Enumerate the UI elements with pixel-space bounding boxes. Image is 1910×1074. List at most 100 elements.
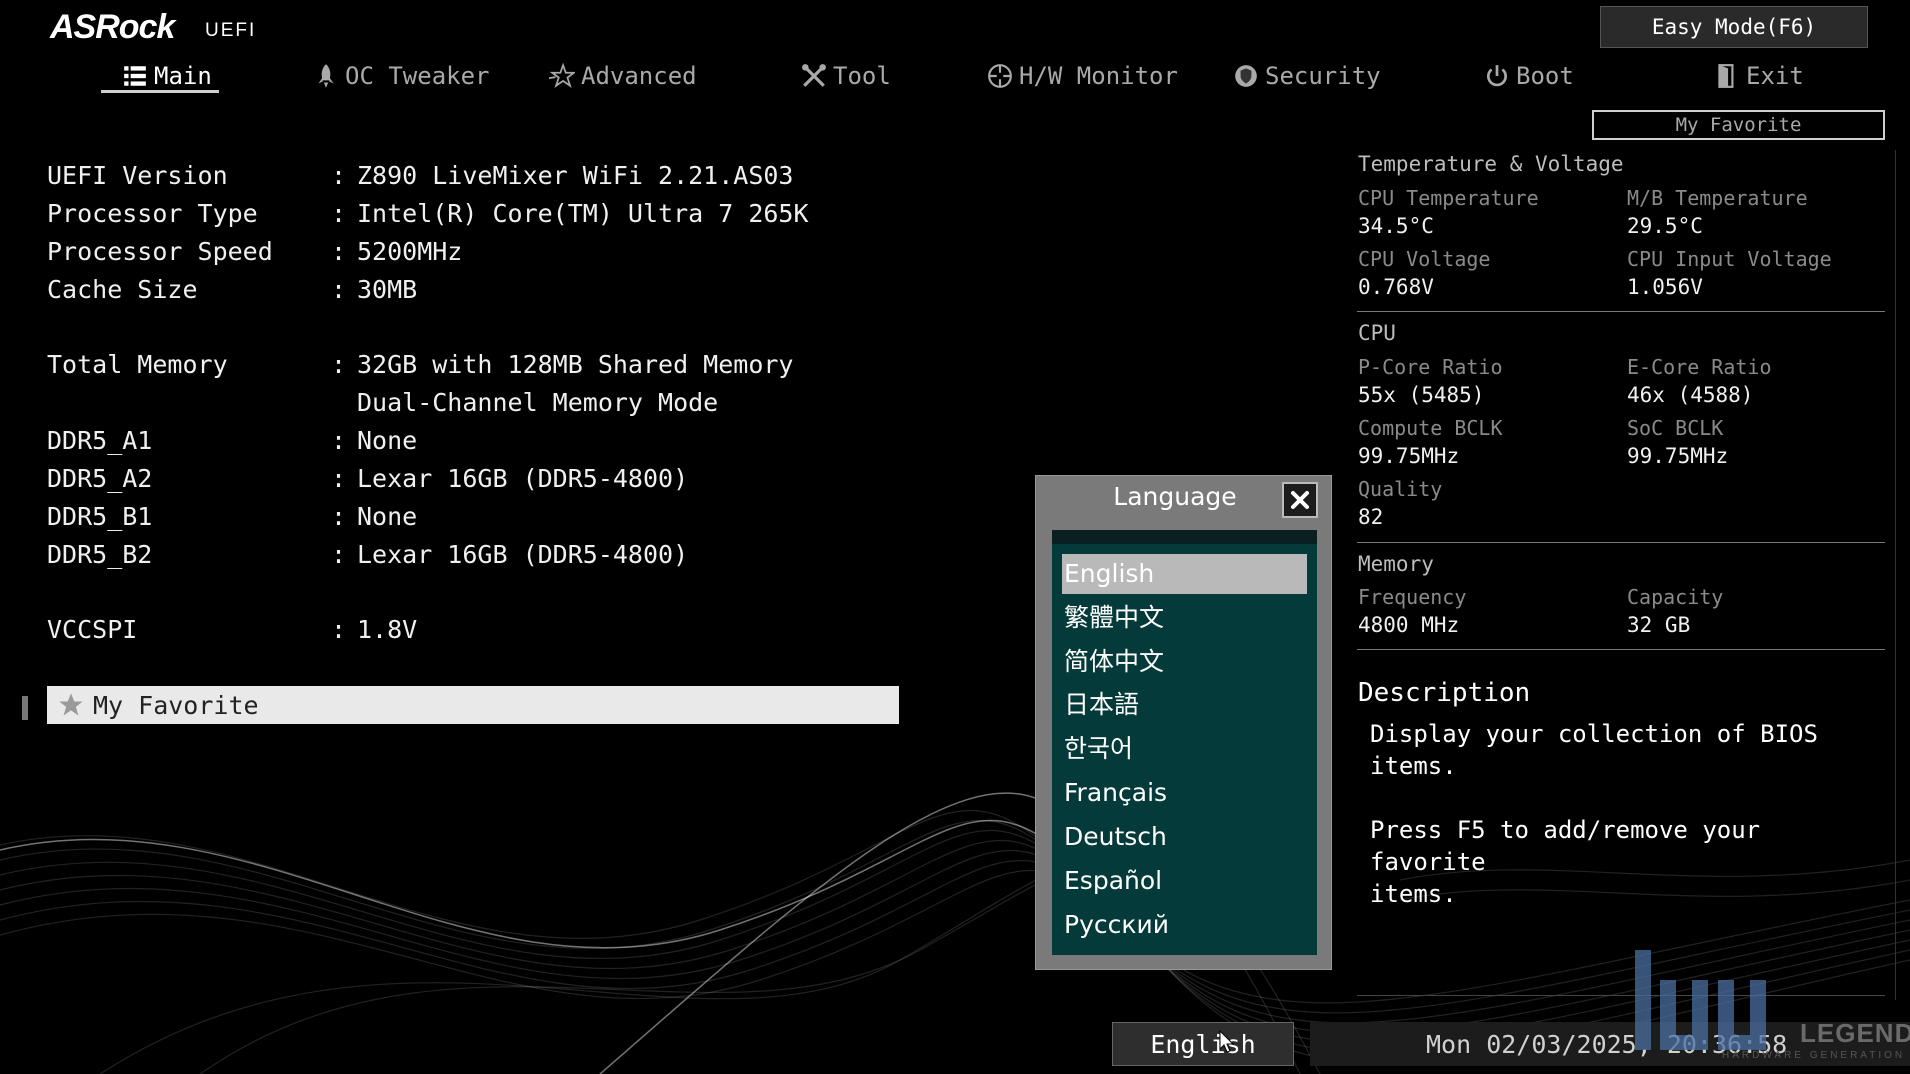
row-separator: : — [331, 199, 347, 228]
language-dialog-title: Language — [1113, 482, 1237, 511]
row-value: None — [357, 426, 418, 455]
close-icon — [1291, 491, 1309, 509]
watermark-subtext: HARDWARE GENERATION — [1722, 1050, 1906, 1061]
cpu-voltage-label: CPU Voltage — [1358, 247, 1491, 271]
tab-oc-tweaker[interactable]: OC Tweaker — [313, 56, 490, 96]
divider — [1357, 311, 1885, 312]
row-value: None — [357, 502, 418, 531]
tab-exit[interactable]: Exit — [1714, 56, 1804, 96]
language-button[interactable]: English — [1112, 1022, 1294, 1066]
language-option-russian[interactable]: Русский — [1062, 905, 1307, 945]
uefi-logo-text: UEFI — [205, 20, 257, 41]
mouse-cursor-icon — [1219, 1030, 1235, 1053]
cpu-temperature-value: 34.5°C — [1358, 214, 1434, 238]
my-favorite-button[interactable]: My Favorite — [1592, 110, 1885, 140]
divider — [1357, 649, 1885, 650]
quality-value: 82 — [1358, 505, 1384, 529]
asrock-logo: ASRock — [50, 8, 175, 46]
tab-boot[interactable]: Boot — [1484, 56, 1574, 96]
language-option-spanish[interactable]: Español — [1062, 861, 1307, 901]
active-tab-indicator — [101, 90, 219, 93]
tools-icon — [802, 64, 826, 87]
row-value: 1.8V — [357, 615, 418, 644]
row-label: DDR5_B1 — [47, 502, 153, 531]
row-separator: : — [331, 161, 347, 190]
compute-bclk-label: Compute BCLK — [1358, 416, 1503, 440]
tab-label: Advanced — [581, 62, 697, 90]
soc-bclk-value: 99.75MHz — [1627, 444, 1729, 468]
shield-icon — [1235, 65, 1257, 87]
row-label: UEFI Version — [47, 161, 228, 190]
p-core-ratio-label: P-Core Ratio — [1358, 355, 1503, 379]
language-option-traditional-chinese[interactable]: 繁體中文 — [1062, 598, 1307, 638]
panel-border — [1895, 150, 1896, 1000]
power-icon — [1487, 65, 1507, 87]
exit-door-icon — [1718, 64, 1734, 88]
star-icon — [59, 693, 83, 716]
easy-mode-button[interactable]: Easy Mode(F6) — [1600, 6, 1868, 48]
mb-temperature-value: 29.5°C — [1627, 214, 1703, 238]
divider — [1357, 542, 1885, 543]
tab-label: H/W Monitor — [1019, 62, 1178, 90]
rocket-icon — [318, 64, 334, 88]
tab-advanced[interactable]: Advanced — [549, 56, 697, 96]
divider — [1357, 995, 1885, 996]
row-separator: : — [331, 350, 347, 379]
row-label: DDR5_A1 — [47, 426, 153, 455]
capacity-label: Capacity — [1627, 585, 1724, 609]
row-value: 5200MHz — [357, 237, 463, 266]
row-value: Dual-Channel Memory Mode — [357, 388, 719, 417]
cpu-voltage-value: 0.768V — [1358, 275, 1434, 299]
row-value: Lexar 16GB (DDR5-4800) — [357, 540, 689, 569]
row-separator: : — [331, 275, 347, 304]
row-label: Processor Type — [47, 199, 258, 228]
language-option-english[interactable]: English — [1062, 554, 1307, 594]
row-label: Cache Size — [47, 275, 198, 304]
section-memory: Memory — [1358, 552, 1434, 576]
tab-hw-monitor[interactable]: H/W Monitor — [987, 56, 1178, 96]
row-separator: : — [331, 615, 347, 644]
my-favorite-item[interactable]: My Favorite — [47, 686, 899, 724]
row-value: 30MB — [357, 275, 418, 304]
row-value: Intel(R) Core(TM) Ultra 7 265K — [357, 199, 809, 228]
language-option-japanese[interactable]: 日本語 — [1062, 685, 1307, 725]
row-separator: : — [331, 502, 347, 531]
tab-label: OC Tweaker — [345, 62, 490, 90]
tab-label: Boot — [1516, 62, 1574, 90]
row-value: Lexar 16GB (DDR5-4800) — [357, 464, 689, 493]
tab-label: Main — [154, 62, 212, 90]
row-label: Total Memory — [47, 350, 228, 379]
row-label: DDR5_A2 — [47, 464, 153, 493]
row-label: DDR5_B2 — [47, 540, 153, 569]
watermark-text: LEGEND — [1800, 1018, 1910, 1048]
section-temperature-voltage: Temperature & Voltage — [1358, 152, 1624, 176]
selection-marker — [22, 696, 28, 720]
e-core-ratio-value: 46x (4588) — [1627, 383, 1754, 407]
frequency-value: 4800 MHz — [1358, 613, 1460, 637]
language-option-simplified-chinese[interactable]: 简体中文 — [1062, 642, 1307, 682]
tab-security[interactable]: Security — [1233, 56, 1381, 96]
crosshair-icon — [988, 64, 1012, 88]
watermark-logo — [1635, 950, 1766, 1050]
tab-label: Tool — [833, 62, 891, 90]
frequency-label: Frequency — [1358, 585, 1467, 609]
tab-label: Exit — [1746, 62, 1804, 90]
star-icon — [549, 63, 575, 88]
tab-label: Security — [1265, 62, 1381, 90]
language-option-french[interactable]: Français — [1062, 773, 1307, 813]
close-button[interactable] — [1282, 482, 1318, 518]
row-label: Processor Speed — [47, 237, 273, 266]
soc-bclk-label: SoC BCLK — [1627, 416, 1724, 440]
row-separator: : — [331, 237, 347, 266]
list-icon — [124, 66, 146, 86]
cpu-input-voltage-value: 1.056V — [1627, 275, 1703, 299]
language-option-korean[interactable]: 한국어 — [1062, 729, 1307, 769]
mb-temperature-label: M/B Temperature — [1627, 186, 1808, 210]
row-value: 32GB with 128MB Shared Memory — [357, 350, 794, 379]
compute-bclk-value: 99.75MHz — [1358, 444, 1460, 468]
section-cpu: CPU — [1358, 321, 1396, 345]
language-option-german[interactable]: Deutsch — [1062, 817, 1307, 857]
p-core-ratio-value: 55x (5485) — [1358, 383, 1485, 407]
row-value: Z890 LiveMixer WiFi 2.21.AS03 — [357, 161, 794, 190]
tab-tool[interactable]: Tool — [801, 56, 891, 96]
